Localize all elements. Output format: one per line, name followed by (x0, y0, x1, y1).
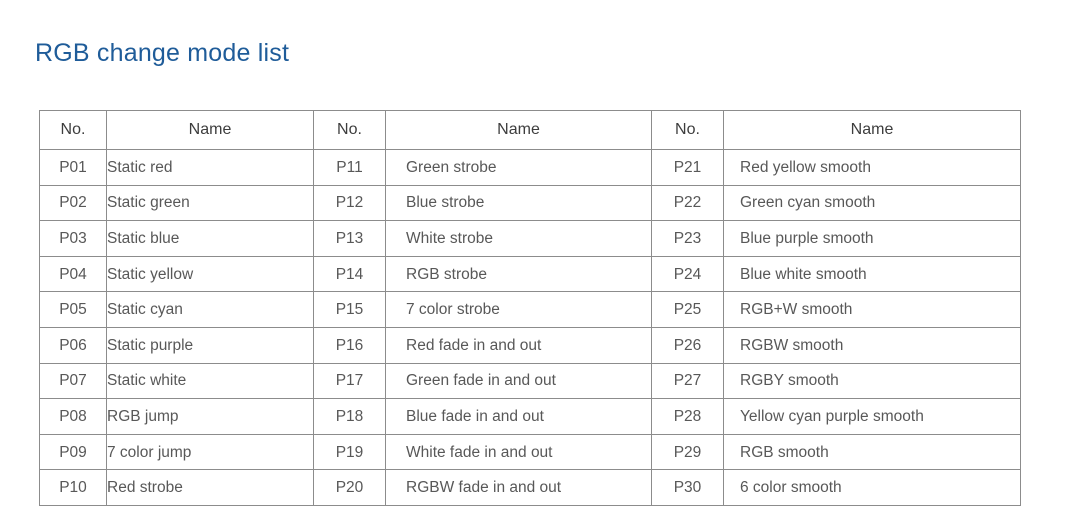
table-row: P05 Static cyan P15 7 color strobe P25 RGB+W … (39, 291, 1021, 328)
cell-mode-number: P29 (651, 433, 724, 471)
cell-mode-number: P05 (39, 291, 107, 328)
cell-mode-number: P22 (651, 184, 724, 222)
cell-mode-name: Green strobe (385, 149, 652, 186)
cell-mode-name: Green cyan smooth (723, 184, 1021, 222)
cell-mode-number: P04 (39, 255, 107, 293)
table-row: P01 Static red P11 Green strobe P21 Red yello… (39, 149, 1021, 186)
cell-mode-name: Blue white smooth (723, 255, 1021, 293)
table-row: P03 Static blue P13 White strobe P23 Blue pur… (39, 220, 1021, 257)
table-row: P08 RGB jump P18 Blue fade in and out P28 Yel… (39, 398, 1021, 435)
table-row: P06 Static purple P16 Red fade in and out P2… (39, 326, 1021, 364)
cell-mode-number: P30 (651, 469, 724, 506)
cell-mode-number: P07 (39, 362, 107, 400)
table-row: P04 Static yellow P14 RGB strobe P24 Blue whi… (39, 255, 1021, 293)
cell-mode-number: P25 (651, 291, 724, 328)
cell-mode-name: 7 color strobe (385, 291, 652, 328)
cell-mode-number: P23 (651, 220, 724, 257)
cell-mode-number: P21 (651, 149, 724, 186)
cell-mode-number: P16 (313, 326, 386, 364)
page-title: RGB change mode list (35, 38, 290, 67)
cell-mode-name: Static yellow (106, 255, 314, 293)
cell-mode-number: P14 (313, 255, 386, 293)
cell-mode-name: Static cyan (106, 291, 314, 328)
cell-mode-number: P27 (651, 362, 724, 400)
cell-mode-number: P12 (313, 184, 386, 222)
rgb-change-mode-table: No. Name No. Name No. Name P01 Static red… (39, 110, 1021, 506)
cell-mode-name: RGB smooth (723, 433, 1021, 471)
cell-mode-number: P09 (39, 433, 107, 471)
cell-mode-name: Static red (106, 149, 314, 186)
cell-mode-name: Yellow cyan purple smooth (723, 398, 1021, 435)
cell-mode-number: P15 (313, 291, 386, 328)
cell-mode-name: 7 color jump (106, 433, 314, 471)
cell-mode-number: P11 (313, 149, 386, 186)
cell-mode-name: Blue fade in and out (385, 398, 652, 435)
cell-mode-name: 6 color smooth (723, 469, 1021, 506)
cell-mode-number: P20 (313, 469, 386, 506)
cell-mode-name: Blue strobe (385, 184, 652, 222)
table-row: P02 Static green P12 Blue strobe P22 Green cy… (39, 184, 1021, 222)
cell-mode-name: Static white (106, 362, 314, 400)
cell-mode-name: Red fade in and out (385, 326, 652, 364)
cell-mode-number: P26 (651, 326, 724, 364)
cell-mode-name: RGB+W smooth (723, 291, 1021, 328)
column-header-name-2: Name (385, 110, 652, 150)
table-row: P09 7 color jump P19 White fade in and out P… (39, 433, 1021, 471)
cell-mode-name: Red yellow smooth (723, 149, 1021, 186)
cell-mode-number: P18 (313, 398, 386, 435)
cell-mode-name: Green fade in and out (385, 362, 652, 400)
cell-mode-name: White strobe (385, 220, 652, 257)
column-header-no-3: No. (651, 110, 724, 150)
cell-mode-name: Static purple (106, 326, 314, 364)
cell-mode-number: P03 (39, 220, 107, 257)
cell-mode-name: RGB jump (106, 398, 314, 435)
table-body: P01 Static red P11 Green strobe P21 Red yello… (39, 149, 1021, 506)
mode-table-container: No. Name No. Name No. Name P01 Static red… (39, 110, 1021, 506)
cell-mode-name: RGBY smooth (723, 362, 1021, 400)
cell-mode-name: Static green (106, 184, 314, 222)
column-header-name-3: Name (723, 110, 1021, 150)
cell-mode-number: P06 (39, 326, 107, 364)
cell-mode-name: RGBW fade in and out (385, 469, 652, 506)
column-header-no-1: No. (39, 110, 107, 150)
cell-mode-name: RGB strobe (385, 255, 652, 293)
cell-mode-number: P28 (651, 398, 724, 435)
table-row: P07 Static white P17 Green fade in and out P… (39, 362, 1021, 400)
cell-mode-number: P13 (313, 220, 386, 257)
cell-mode-number: P17 (313, 362, 386, 400)
cell-mode-name: RGBW smooth (723, 326, 1021, 364)
cell-mode-number: P24 (651, 255, 724, 293)
table-header: No. Name No. Name No. Name (39, 110, 1021, 150)
cell-mode-number: P08 (39, 398, 107, 435)
table-header-row: No. Name No. Name No. Name (39, 110, 1021, 150)
cell-mode-number: P19 (313, 433, 386, 471)
table-row: P10 Red strobe P20 RGBW fade in and out P30 6… (39, 469, 1021, 506)
cell-mode-number: P02 (39, 184, 107, 222)
cell-mode-name: White fade in and out (385, 433, 652, 471)
cell-mode-name: Blue purple smooth (723, 220, 1021, 257)
column-header-no-2: No. (313, 110, 386, 150)
column-header-name-1: Name (106, 110, 314, 150)
cell-mode-number: P10 (39, 469, 107, 506)
cell-mode-number: P01 (39, 149, 107, 186)
cell-mode-name: Red strobe (106, 469, 314, 506)
cell-mode-name: Static blue (106, 220, 314, 257)
